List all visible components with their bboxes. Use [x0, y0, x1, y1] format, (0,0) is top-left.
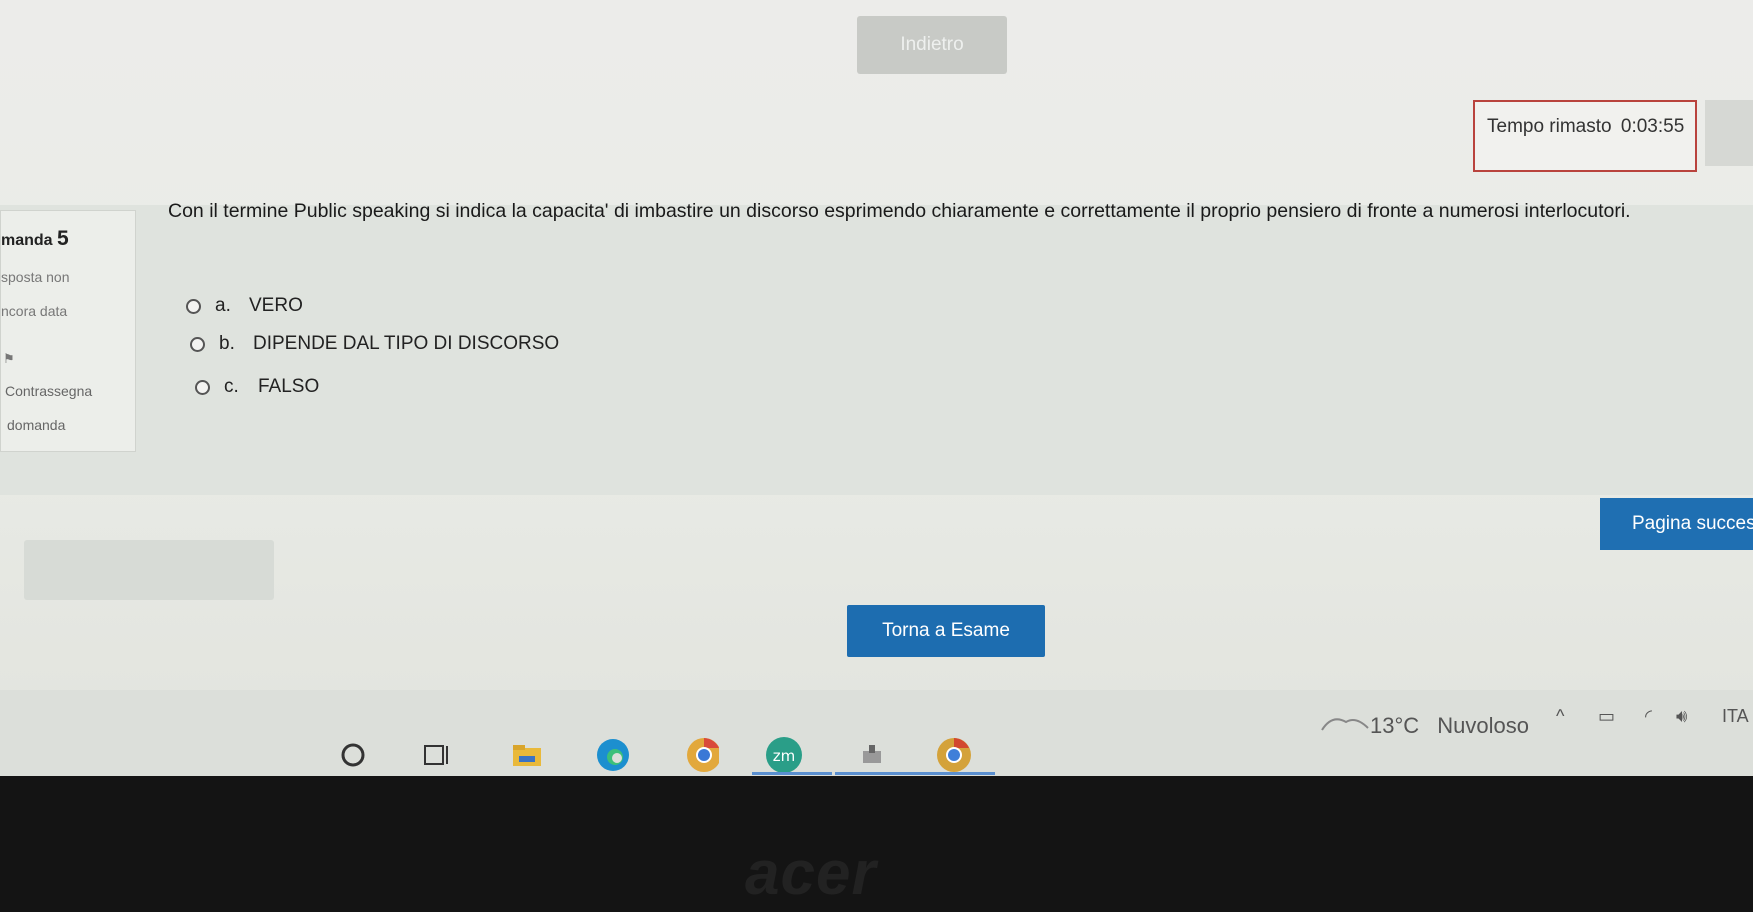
timer-value: 0:03:55	[1620, 116, 1685, 137]
chrome-profile-icon[interactable]	[935, 736, 973, 774]
weather-widget[interactable]: 13°C Nuvoloso	[1370, 713, 1529, 739]
start-icon[interactable]	[336, 738, 370, 772]
active-app-indicator	[915, 772, 995, 775]
next-nav-button[interactable]	[1705, 100, 1753, 166]
active-app-indicator	[752, 772, 832, 775]
brand-logo: acer	[745, 839, 877, 908]
previous-page-button[interactable]	[24, 540, 274, 600]
radio-icon[interactable]	[195, 379, 210, 395]
option-label: FALSO	[258, 376, 320, 397]
timer-box: Tempo rimasto 0:03:55	[1473, 100, 1697, 172]
language-indicator[interactable]: ITA	[1722, 706, 1749, 727]
question-info-box: manda 5 sposta non ncora data ⚑ Contrass…	[0, 210, 136, 452]
svg-text:zm: zm	[773, 747, 796, 765]
back-button[interactable]: Indietro	[857, 16, 1007, 74]
option-a[interactable]: a. VERO	[186, 295, 303, 317]
next-page-button[interactable]: Pagina succes	[1600, 498, 1753, 550]
answer-status-line1: sposta non	[1, 269, 70, 285]
volume-icon[interactable]: 🔊︎	[1676, 706, 1687, 727]
zoom-icon[interactable]: zm	[765, 736, 803, 774]
app-icon[interactable]	[855, 738, 889, 772]
cloud-icon	[1321, 718, 1369, 731]
question-number-label: manda	[1, 232, 53, 249]
active-app-indicator	[835, 772, 915, 775]
return-to-exam-button[interactable]: Torna a Esame	[847, 605, 1045, 657]
weather-desc: Nuvoloso	[1437, 713, 1529, 738]
option-label: VERO	[249, 295, 303, 316]
radio-icon[interactable]	[190, 336, 205, 352]
task-view-icon[interactable]	[420, 738, 454, 772]
option-label: DIPENDE DAL TIPO DI DISCORSO	[253, 333, 560, 354]
chrome-icon[interactable]	[685, 738, 719, 772]
question-number-value: 5	[57, 227, 69, 250]
question-number: manda 5	[1, 227, 69, 251]
option-c[interactable]: c. FALSO	[195, 376, 319, 398]
question-text: Con il termine Public speaking si indica…	[168, 200, 1631, 222]
chevron-up-icon[interactable]: ^	[1556, 706, 1564, 727]
wifi-icon[interactable]: ◜	[1645, 706, 1652, 727]
answer-status-line2: ncora data	[1, 303, 68, 319]
flag-icon[interactable]: ⚑	[3, 351, 15, 367]
option-letter: b.	[219, 333, 235, 354]
option-letter: a.	[215, 295, 231, 316]
option-b[interactable]: b. DIPENDE DAL TIPO DI DISCORSO	[190, 333, 559, 355]
battery-icon[interactable]: ▭	[1598, 706, 1615, 727]
edge-icon[interactable]	[595, 738, 629, 772]
browser-viewport: Indietro Tempo rimasto 0:03:55 manda 5 s…	[0, 0, 1753, 780]
file-explorer-icon[interactable]	[510, 738, 544, 772]
option-letter: c.	[224, 376, 239, 397]
flag-question-line2[interactable]: domanda	[7, 417, 65, 433]
weather-temp: 13°C	[1370, 713, 1420, 738]
timer-label: Tempo rimasto	[1487, 116, 1612, 137]
flag-question-line1[interactable]: Contrassegna	[5, 383, 92, 399]
radio-icon[interactable]	[186, 298, 201, 314]
